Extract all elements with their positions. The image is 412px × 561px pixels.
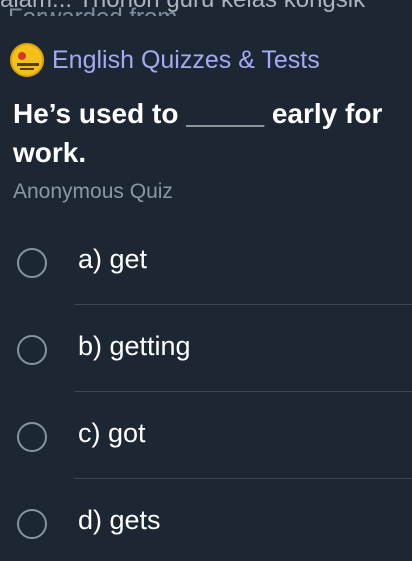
poll-type-label: Anonymous Quiz — [13, 180, 173, 203]
option-divider — [74, 304, 412, 305]
forwarded-channel[interactable]: English Quizzes & Tests — [10, 43, 320, 77]
option-label: d) gets — [78, 505, 161, 535]
poll-option-d[interactable]: d) gets — [0, 497, 412, 557]
poll-question: He’s used to _____ early for work. — [13, 98, 383, 168]
option-divider — [74, 391, 412, 392]
radio-button[interactable] — [17, 422, 47, 452]
channel-avatar[interactable] — [10, 43, 44, 77]
channel-name[interactable]: English Quizzes & Tests — [52, 46, 320, 75]
radio-button[interactable] — [17, 248, 47, 278]
poll-option-c[interactable]: c) got — [0, 410, 412, 470]
option-label: c) got — [78, 418, 146, 448]
poll-option-b[interactable]: b) getting — [0, 323, 412, 383]
previous-message-fragment: alam... Thonon guru kelas kongsik Forwar… — [0, 0, 412, 16]
poll-option-a[interactable]: a) get — [0, 236, 412, 296]
forwarded-from-label: Forwarded from — [8, 4, 177, 16]
option-label: a) get — [78, 244, 148, 274]
radio-button[interactable] — [17, 509, 47, 539]
radio-button[interactable] — [17, 335, 47, 365]
option-divider — [74, 478, 412, 479]
option-label: b) getting — [78, 331, 191, 361]
